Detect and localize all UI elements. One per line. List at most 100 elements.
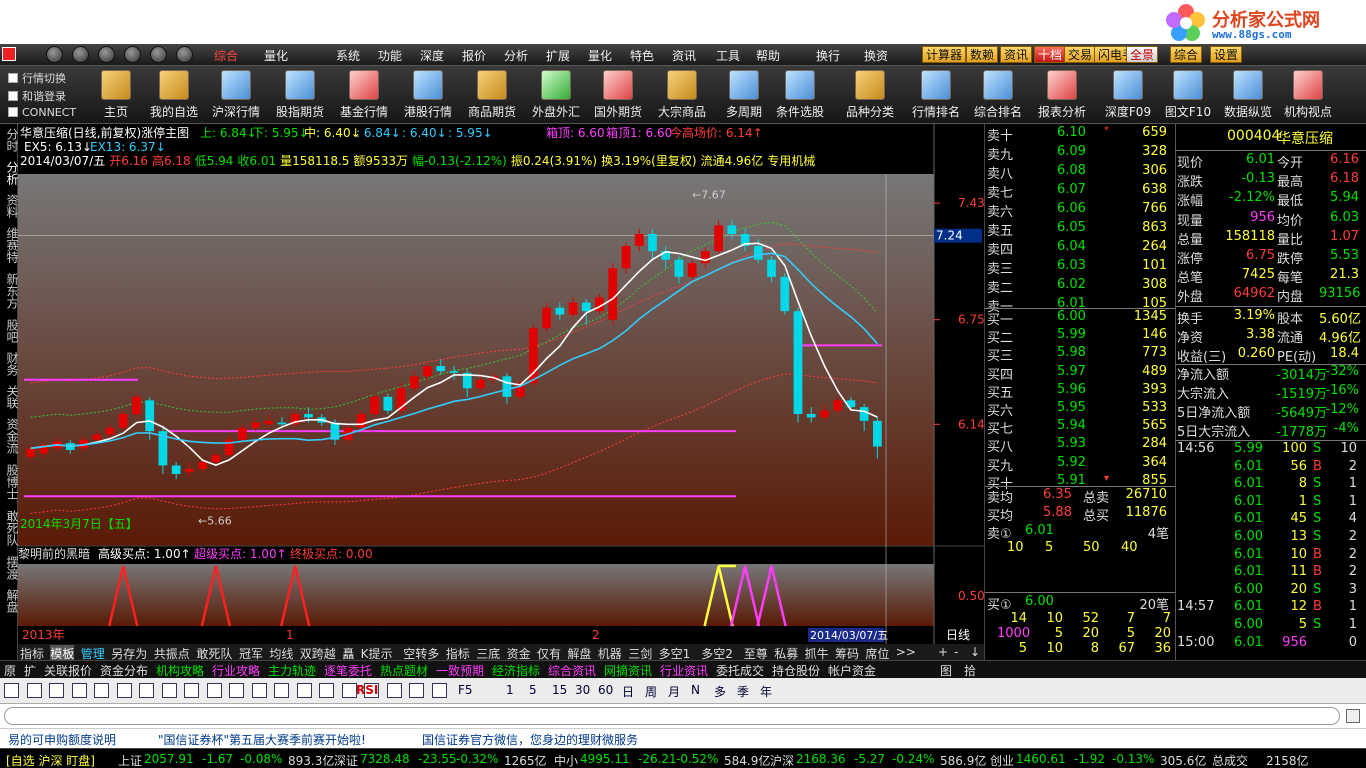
- menu-item-10[interactable]: 资讯: [672, 47, 696, 64]
- draw-tool-icon-2[interactable]: [49, 683, 64, 698]
- leftnav-item-12[interactable]: 解盘: [0, 589, 19, 613]
- leftnav-item-7[interactable]: 关联: [0, 385, 19, 409]
- quick-button-0[interactable]: 计算器: [922, 46, 967, 63]
- toolbar-item-6[interactable]: 商品期货: [462, 70, 522, 120]
- menu-item-7[interactable]: 扩展: [546, 47, 570, 64]
- info-tab-7[interactable]: 逐笔委托: [324, 662, 372, 679]
- window-button-1[interactable]: [46, 46, 63, 63]
- info-tab-3[interactable]: 资金分布: [100, 662, 148, 679]
- leftnav-item-3[interactable]: 维赛特: [0, 227, 19, 263]
- draw-tool-icon-4[interactable]: [94, 683, 109, 698]
- command-input[interactable]: [4, 707, 1340, 725]
- draw-tool-icon-19[interactable]: [431, 683, 447, 698]
- kline-chart-svg[interactable]: 华意压缩(日线,前复权)涨停主图 上: 6.84↓下: 5.95↓中: 6.40↓…: [18, 124, 985, 644]
- period-2[interactable]: 月: [668, 683, 680, 700]
- period-0[interactable]: 日: [622, 683, 634, 700]
- toolbar-item-18[interactable]: 数据纵览: [1218, 70, 1278, 120]
- news-item-2[interactable]: 国信证券官方微信，您身边的理财微服务: [422, 731, 638, 748]
- period-4[interactable]: 多: [714, 683, 726, 700]
- draw-tool-icon-17[interactable]: [386, 683, 402, 698]
- info-tab-0[interactable]: 原: [4, 662, 16, 679]
- quick-button-1[interactable]: 数赖: [966, 46, 999, 63]
- info-tab-5[interactable]: 行业攻略: [212, 662, 260, 679]
- close-icon[interactable]: [1346, 709, 1360, 723]
- menu-item-12[interactable]: 帮助: [756, 47, 780, 64]
- toolbar-item-10[interactable]: 多周期: [714, 70, 774, 120]
- window-button-2[interactable]: [72, 46, 89, 63]
- quick-button-8[interactable]: 设置: [1210, 46, 1243, 63]
- toolbar-item-4[interactable]: 基金行情: [334, 70, 394, 120]
- toolbar-item-13[interactable]: 行情排名: [906, 70, 966, 120]
- period-6[interactable]: 年: [760, 683, 772, 700]
- quick-button-3[interactable]: 十档: [1034, 46, 1067, 63]
- draw-tool-icon-13[interactable]: [296, 683, 312, 698]
- info-tab-right-0[interactable]: 图: [940, 662, 952, 679]
- check-quote-switch[interactable]: 行情切换: [8, 70, 66, 86]
- leftnav-item-11[interactable]: 摆渡: [0, 556, 19, 580]
- period-num-3[interactable]: 30: [575, 683, 590, 697]
- leftnav-item-5[interactable]: 股吧: [0, 319, 19, 343]
- f5-label[interactable]: F5: [458, 683, 473, 697]
- check-harmony-login[interactable]: 和谐登录: [8, 88, 66, 104]
- period-1[interactable]: 周: [645, 683, 657, 700]
- toolbar-item-15[interactable]: 报表分析: [1032, 70, 1092, 120]
- toolbar-item-12[interactable]: 品种分类: [840, 70, 900, 120]
- info-tab-12[interactable]: 网摘资讯: [604, 662, 652, 679]
- toolbar-item-16[interactable]: 深度F09: [1098, 70, 1158, 120]
- leftnav-item-9[interactable]: 股博士: [0, 464, 19, 500]
- draw-tool-icon-7[interactable]: [161, 683, 177, 698]
- info-tab-6[interactable]: 主力轨迹: [268, 662, 316, 679]
- draw-tool-icon-15[interactable]: [341, 683, 357, 698]
- chart-control-1[interactable]: -: [954, 645, 958, 659]
- chart-control-0[interactable]: +: [938, 645, 948, 659]
- leftnav-item-6[interactable]: 财务: [0, 352, 19, 376]
- quick-button-6[interactable]: 全景: [1126, 46, 1159, 63]
- info-tab-1[interactable]: 扩: [24, 662, 36, 679]
- leftnav-item-4[interactable]: 新东方: [0, 273, 19, 309]
- leftnav-item-1[interactable]: 分析: [0, 161, 19, 185]
- chart-control-2[interactable]: ↓: [970, 645, 980, 659]
- quick-button-7[interactable]: 综合: [1170, 46, 1203, 63]
- indicator-tab-26[interactable]: >>: [896, 645, 916, 659]
- draw-tool-icon-5[interactable]: [116, 683, 132, 698]
- window-button-5[interactable]: [150, 46, 167, 63]
- info-tab-2[interactable]: 关联报价: [44, 662, 92, 679]
- toolbar-item-11[interactable]: 条件选股: [770, 70, 830, 120]
- menu-item-5[interactable]: 报价: [462, 47, 486, 64]
- menu-item-13[interactable]: 换行: [816, 47, 840, 64]
- info-tab-15[interactable]: 持仓股份: [772, 662, 820, 679]
- menu-item-9[interactable]: 特色: [630, 47, 654, 64]
- period-3[interactable]: N: [691, 683, 700, 697]
- info-tab-9[interactable]: 一致预期: [436, 662, 484, 679]
- toolbar-item-5[interactable]: 港股行情: [398, 70, 458, 120]
- period-num-2[interactable]: 15: [552, 683, 567, 697]
- leftnav-item-2[interactable]: 资料: [0, 194, 19, 218]
- info-tab-8[interactable]: 热点题材: [380, 662, 428, 679]
- menu-item-8[interactable]: 量化: [588, 47, 612, 64]
- menu-item-3[interactable]: 功能: [378, 47, 402, 64]
- info-tab-13[interactable]: 行业资讯: [660, 662, 708, 679]
- draw-tool-icon-18[interactable]: [409, 683, 424, 698]
- toolbar-item-1[interactable]: 我的自选: [144, 70, 204, 120]
- toolbar-item-14[interactable]: 综合排名: [968, 70, 1028, 120]
- menu-item-1[interactable]: 量化: [264, 47, 288, 64]
- draw-tool-icon-3[interactable]: [71, 683, 87, 698]
- draw-tool-icon-8[interactable]: [184, 683, 199, 698]
- window-button-4[interactable]: [124, 46, 141, 63]
- period-num-1[interactable]: 5: [529, 683, 537, 697]
- news-item-1[interactable]: "国信证券杯"第五届大赛季前赛开始啦!: [158, 731, 366, 748]
- rsi-label[interactable]: RSI: [356, 683, 378, 697]
- window-button-6[interactable]: [176, 46, 193, 63]
- draw-tool-icon-12[interactable]: [274, 683, 289, 698]
- toolbar-item-2[interactable]: 沪深行情: [206, 70, 266, 120]
- quick-button-2[interactable]: 资讯: [1000, 46, 1033, 63]
- app-icon[interactable]: [2, 47, 16, 61]
- draw-tool-icon-0[interactable]: [4, 683, 19, 698]
- kline-chart-panel[interactable]: 华意压缩(日线,前复权)涨停主图 上: 6.84↓ 下: 5.95↓ 中: 6.40↓…: [18, 124, 985, 660]
- toolbar-item-8[interactable]: 国外期货: [588, 70, 648, 120]
- info-tab-16[interactable]: 帐户资金: [828, 662, 876, 679]
- draw-tool-icon-1[interactable]: [26, 683, 42, 698]
- info-tab-10[interactable]: 经济指标: [492, 662, 540, 679]
- period-num-0[interactable]: 1: [506, 683, 514, 697]
- quick-button-4[interactable]: 交易: [1064, 46, 1097, 63]
